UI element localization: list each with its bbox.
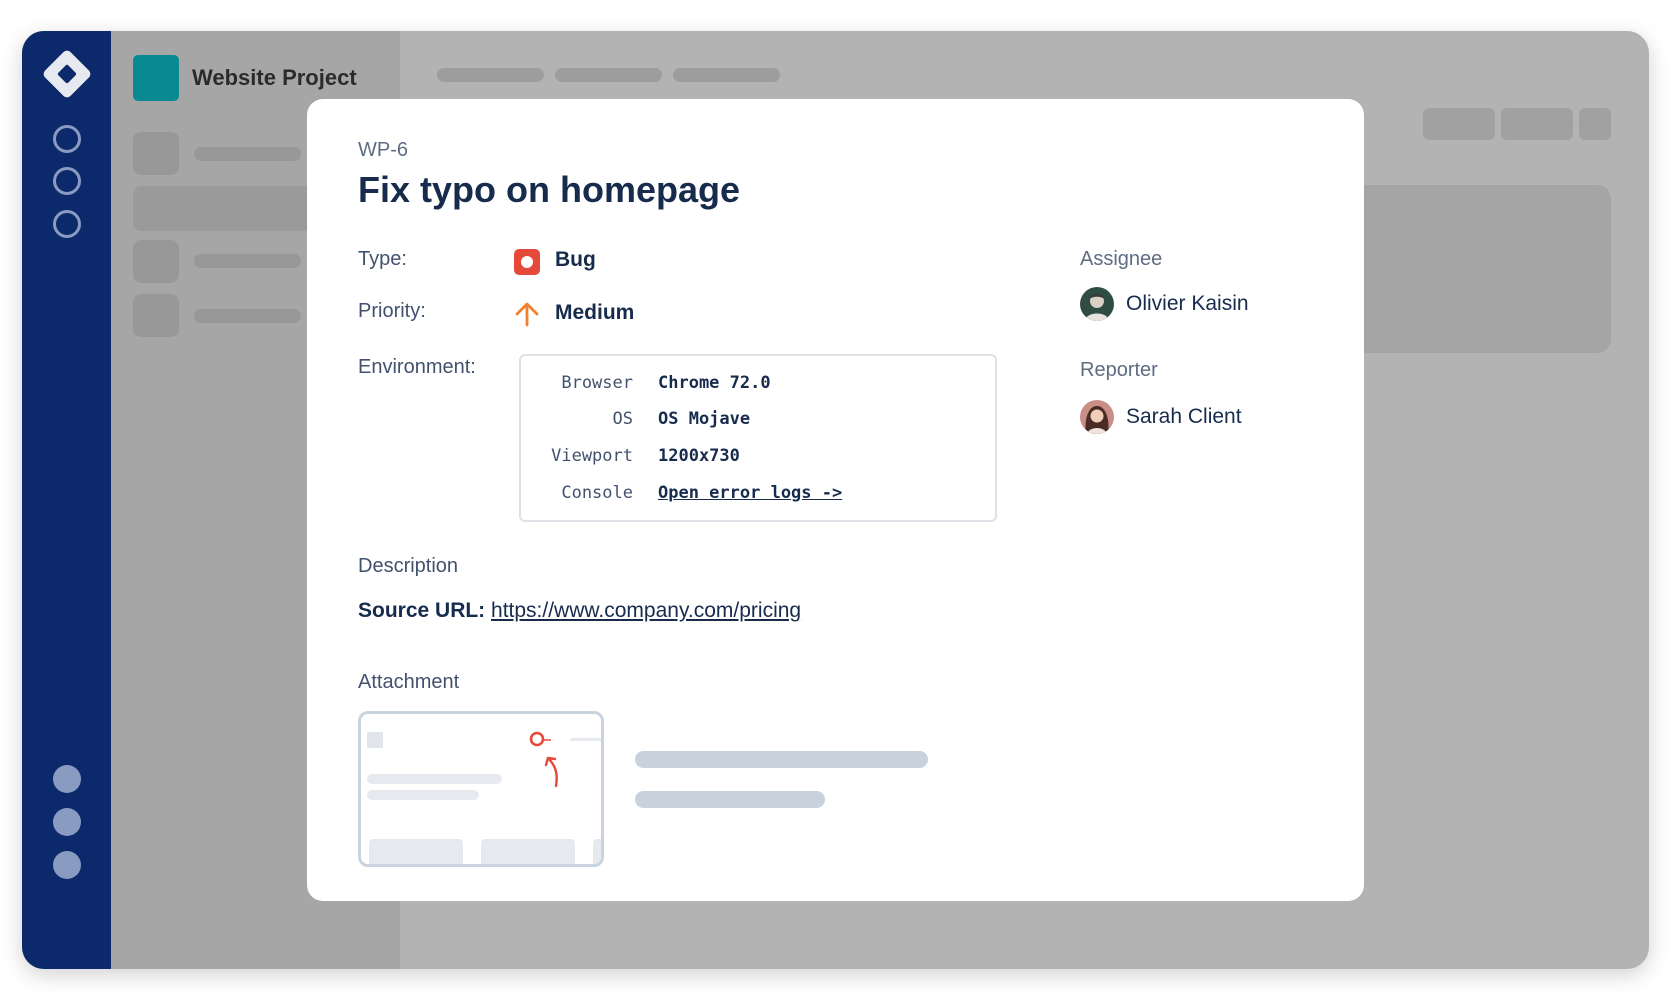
attachment-thumbnail[interactable] [358,711,604,867]
nav-dot-icon[interactable] [53,765,81,793]
type-value[interactable]: Bug [555,248,596,272]
env-value-browser: Chrome 72.0 [658,373,771,393]
toolbar-placeholder-button [1579,108,1611,140]
description-body: Source URL: https://www.company.com/pric… [358,599,801,623]
reporter-name: Sarah Client [1126,405,1242,428]
thumbnail-placeholder-line [367,790,479,800]
sidebar-placeholder-icon [133,294,179,337]
env-key-browser: Browser [561,373,633,393]
toolbar-placeholder-button [1423,108,1495,140]
assignee-label: Assignee [1080,248,1163,270]
environment-label: Environment: [358,356,476,378]
issue-key[interactable]: WP-6 [358,139,408,162]
sidebar-placeholder-line [194,309,301,323]
open-error-logs-link[interactable]: Open error logs -> [658,483,842,503]
env-key-viewport: Viewport [551,446,633,466]
env-value-os: OS Mojave [658,409,751,429]
description-label: Description [358,555,459,577]
sidebar-placeholder-icon [133,240,179,283]
thumbnail-placeholder-block [481,839,575,864]
source-url-label: Source URL: [358,599,486,622]
sidebar-placeholder-icon [133,132,179,175]
reporter-label: Reporter [1080,359,1158,381]
sidebar-placeholder-line [194,254,301,268]
environment-table: Browser Chrome 72.0 OS OS Mojave Viewpor… [519,354,997,522]
issue-title[interactable]: Fix typo on homepage [358,169,740,211]
env-key-console: Console [561,483,633,503]
env-key-os: OS [612,409,633,429]
breadcrumb-placeholder [673,68,780,82]
nav-circle-icon[interactable] [53,125,81,153]
type-label: Type: [358,248,407,270]
avatar [1080,287,1114,321]
thumbnail-placeholder-line [570,738,601,741]
avatar [1080,400,1114,434]
sidebar-placeholder-line [194,147,301,161]
bug-icon [514,249,540,275]
board-placeholder-card [1352,185,1611,353]
nav-dot-icon[interactable] [53,808,81,836]
thumbnail-placeholder-line [367,774,502,784]
issue-modal: WP-6 Fix typo on homepage Type: Bug Prio… [307,99,1364,901]
thumbnail-placeholder-block [369,839,463,864]
source-url-link[interactable]: https://www.company.com/pricing [491,599,801,622]
assignee[interactable]: Olivier Kaisin [1080,287,1249,321]
toolbar-placeholder-button [1501,108,1573,140]
assignee-name: Olivier Kaisin [1126,292,1249,315]
env-value-viewport: 1200x730 [658,446,740,466]
arrow-up-icon [515,302,539,327]
nav-circle-icon[interactable] [53,210,81,238]
breadcrumb-placeholder [437,68,544,82]
global-nav-rail [22,31,111,969]
thumbnail-placeholder-square [367,732,383,748]
nav-circle-icon[interactable] [53,167,81,195]
project-name[interactable]: Website Project [192,65,357,91]
attachment-placeholder-line [635,751,928,768]
project-avatar[interactable] [133,55,179,101]
reporter[interactable]: Sarah Client [1080,400,1242,434]
annotation-arrow-icon [529,731,558,788]
diamond-logo-icon[interactable] [41,48,93,100]
attachment-label: Attachment [358,671,460,693]
breadcrumb-placeholder [555,68,662,82]
thumbnail-placeholder-block [593,839,601,864]
priority-value[interactable]: Medium [555,301,634,325]
priority-label: Priority: [358,300,426,322]
nav-dot-icon[interactable] [53,851,81,879]
attachment-placeholder-line [635,791,825,808]
